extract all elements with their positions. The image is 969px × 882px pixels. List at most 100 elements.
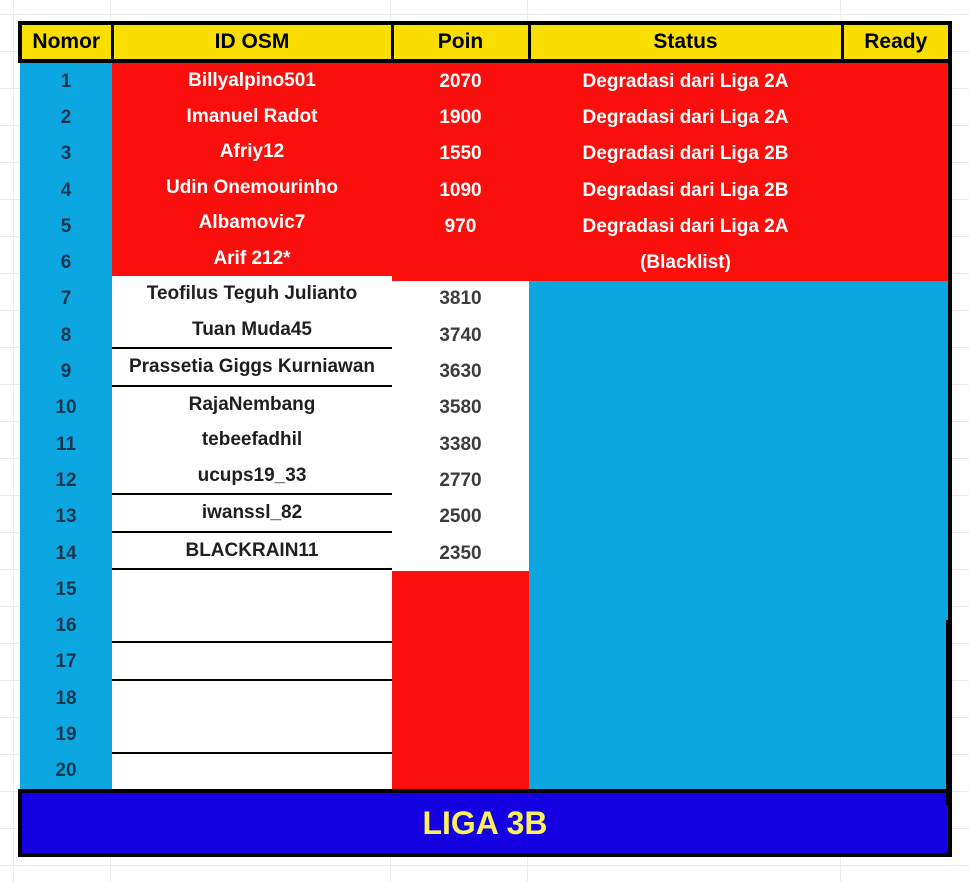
- id-osm-cell[interactable]: Teofilus Teguh Julianto: [112, 276, 392, 312]
- id-osm-cell[interactable]: iwanssl_82: [112, 495, 392, 533]
- ready-cell[interactable]: [842, 498, 948, 535]
- column-header-status[interactable]: Status: [527, 21, 844, 63]
- poin-cell[interactable]: 1090: [392, 171, 529, 209]
- nomor-cell[interactable]: 6: [20, 244, 112, 280]
- status-cell[interactable]: [529, 389, 842, 426]
- nomor-cell[interactable]: 9: [20, 353, 112, 389]
- poin-cell[interactable]: [392, 680, 529, 717]
- status-cell[interactable]: [529, 425, 842, 463]
- ready-cell[interactable]: [842, 534, 948, 572]
- nomor-cell[interactable]: 18: [20, 680, 112, 716]
- nomor-column-cell[interactable]: 1 2 3 4 5 6 7 8 9 10 11 12 13 14 15 16 1…: [20, 61, 112, 793]
- nomor-cell[interactable]: 10: [20, 390, 112, 426]
- status-cell[interactable]: Degradasi dari Liga 2A: [529, 208, 842, 245]
- poin-cell[interactable]: 3810: [392, 280, 529, 318]
- poin-cell[interactable]: [392, 643, 529, 681]
- status-cell[interactable]: [529, 280, 842, 318]
- poin-cell[interactable]: 1550: [392, 135, 529, 172]
- id-osm-cell[interactable]: [112, 643, 392, 681]
- ready-cell[interactable]: [842, 171, 948, 209]
- id-osm-cell[interactable]: Arif 212*: [112, 240, 392, 276]
- id-osm-column-cell[interactable]: Billyalpino501 Imanuel Radot Afriy12 Udi…: [112, 61, 392, 791]
- nomor-cell[interactable]: 13: [20, 499, 112, 535]
- id-osm-cell[interactable]: [112, 570, 392, 606]
- id-osm-cell[interactable]: [112, 605, 392, 643]
- column-header-poin[interactable]: Poin: [390, 21, 531, 63]
- status-cell[interactable]: [529, 643, 842, 681]
- nomor-cell[interactable]: 11: [20, 426, 112, 462]
- ready-cell[interactable]: [842, 244, 948, 281]
- nomor-cell[interactable]: 1: [20, 63, 112, 99]
- id-osm-cell[interactable]: Imanuel Radot: [112, 98, 392, 134]
- ready-cell[interactable]: [842, 99, 948, 136]
- status-cell[interactable]: Degradasi dari Liga 2B: [529, 135, 842, 172]
- poin-cell[interactable]: 970: [392, 208, 529, 245]
- ready-cell[interactable]: [842, 317, 948, 354]
- status-cell[interactable]: [529, 498, 842, 535]
- status-cell[interactable]: [529, 353, 842, 390]
- ready-cell[interactable]: [842, 643, 948, 681]
- nomor-cell[interactable]: 19: [20, 716, 112, 752]
- id-osm-cell[interactable]: RajaNembang: [112, 386, 392, 422]
- ready-cell[interactable]: [842, 716, 948, 753]
- status-cell[interactable]: Degradasi dari Liga 2B: [529, 171, 842, 209]
- poin-cell[interactable]: 1900: [392, 99, 529, 136]
- id-osm-cell[interactable]: ucups19_33: [112, 457, 392, 495]
- status-cell[interactable]: Degradasi dari Liga 2A: [529, 99, 842, 136]
- poin-cell[interactable]: [392, 244, 529, 281]
- id-osm-cell[interactable]: Prassetia Giggs Kurniawan: [112, 349, 392, 387]
- id-osm-cell[interactable]: [112, 753, 392, 789]
- ready-cell[interactable]: [842, 752, 948, 789]
- nomor-cell[interactable]: 8: [20, 317, 112, 353]
- column-header-ready[interactable]: Ready: [840, 21, 952, 63]
- status-cell[interactable]: [529, 680, 842, 717]
- status-cell[interactable]: [529, 317, 842, 354]
- status-cell[interactable]: [529, 716, 842, 753]
- poin-cell[interactable]: 3580: [392, 389, 529, 426]
- nomor-cell[interactable]: 7: [20, 281, 112, 317]
- poin-cell[interactable]: [392, 716, 529, 753]
- id-osm-cell[interactable]: [112, 716, 392, 754]
- ready-cell[interactable]: [842, 135, 948, 172]
- ready-cell[interactable]: [842, 208, 948, 245]
- nomor-cell[interactable]: 5: [20, 208, 112, 244]
- id-osm-cell[interactable]: BLACKRAIN11: [112, 532, 392, 570]
- ready-cell[interactable]: [842, 462, 948, 499]
- status-cell[interactable]: [529, 571, 842, 608]
- status-cell[interactable]: (Blacklist): [529, 244, 842, 281]
- nomor-cell[interactable]: 4: [20, 172, 112, 208]
- nomor-cell[interactable]: 17: [20, 644, 112, 680]
- status-cell[interactable]: [529, 462, 842, 499]
- nomor-cell[interactable]: 2: [20, 99, 112, 135]
- nomor-cell[interactable]: 20: [20, 753, 112, 789]
- poin-cell[interactable]: 3740: [392, 317, 529, 354]
- id-osm-cell[interactable]: [112, 680, 392, 716]
- ready-cell[interactable]: [842, 607, 948, 644]
- nomor-cell[interactable]: 12: [20, 462, 112, 498]
- poin-cell[interactable]: 3630: [392, 353, 529, 390]
- column-header-nomor[interactable]: Nomor: [18, 21, 114, 63]
- column-header-id-osm[interactable]: ID OSM: [110, 21, 394, 63]
- id-osm-cell[interactable]: tebeefadhil: [112, 422, 392, 458]
- poin-cell[interactable]: 2350: [392, 534, 529, 572]
- poin-cell[interactable]: [392, 607, 529, 644]
- poin-cell[interactable]: 2770: [392, 462, 529, 499]
- poin-cell[interactable]: [392, 571, 529, 608]
- ready-cell[interactable]: [842, 280, 948, 318]
- poin-cell[interactable]: 2070: [392, 63, 529, 100]
- ready-cell[interactable]: [842, 571, 948, 608]
- poin-cell[interactable]: 2500: [392, 498, 529, 535]
- nomor-cell[interactable]: 14: [20, 535, 112, 571]
- status-cell[interactable]: [529, 752, 842, 789]
- poin-cell[interactable]: [392, 752, 529, 789]
- status-column-cell[interactable]: Degradasi dari Liga 2A Degradasi dari Li…: [529, 61, 842, 791]
- id-osm-cell[interactable]: Udin Onemourinho: [112, 169, 392, 205]
- id-osm-cell[interactable]: Billyalpino501: [112, 63, 392, 99]
- ready-cell[interactable]: [842, 63, 948, 100]
- nomor-cell[interactable]: 16: [20, 607, 112, 643]
- ready-cell[interactable]: [842, 680, 948, 717]
- id-osm-cell[interactable]: Tuan Muda45: [112, 311, 392, 349]
- poin-column-cell[interactable]: 2070 1900 1550 1090 970 3810 3740 3630 3…: [392, 61, 529, 791]
- poin-cell[interactable]: 3380: [392, 425, 529, 463]
- ready-cell[interactable]: [842, 389, 948, 426]
